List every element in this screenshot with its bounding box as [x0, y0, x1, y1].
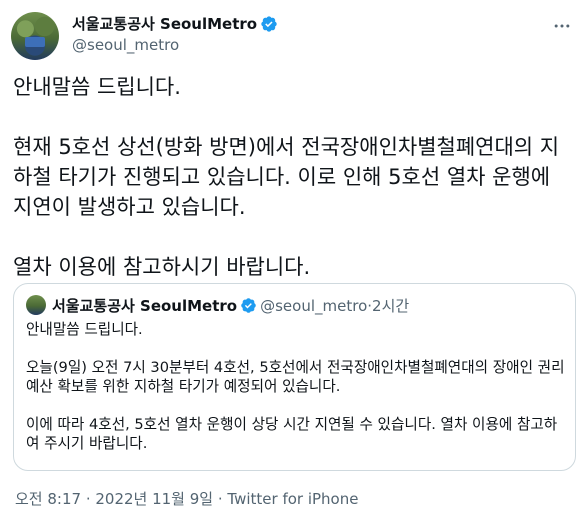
author-name-row: 서울교통공사 SeoulMetro: [72, 13, 278, 34]
quoted-handle: @seoul_metro: [260, 296, 368, 315]
avatar-sign: [25, 37, 45, 47]
author-display-name[interactable]: 서울교통공사 SeoulMetro: [72, 13, 257, 34]
quoted-text: 안내말씀 드립니다. 오늘(9일) 오전 7시 30분부터 4호선, 5호선에서…: [26, 321, 565, 452]
avatar[interactable]: [11, 12, 59, 60]
more-options-icon[interactable]: [552, 16, 572, 36]
tweet-timestamp[interactable]: 오전 8:17 · 2022년 11월 9일 · Twitter for iPh…: [15, 488, 358, 509]
verified-badge-icon: [241, 298, 256, 313]
quoted-time[interactable]: 2시간: [372, 295, 409, 316]
quoted-tweet[interactable]: 서울교통공사 SeoulMetro @seoul_metro · 2시간 안내말…: [13, 283, 576, 471]
author-handle[interactable]: @seoul_metro: [72, 36, 179, 54]
quoted-avatar: [26, 295, 46, 315]
tweet-text: 안내말씀 드립니다. 현재 5호선 상선(방화 방면)에서 전국장애인차별철폐연…: [13, 75, 560, 279]
quoted-display-name: 서울교통공사 SeoulMetro: [52, 297, 238, 315]
verified-badge-icon: [261, 15, 277, 32]
quoted-header: 서울교통공사 SeoulMetro @seoul_metro · 2시간: [52, 295, 409, 316]
